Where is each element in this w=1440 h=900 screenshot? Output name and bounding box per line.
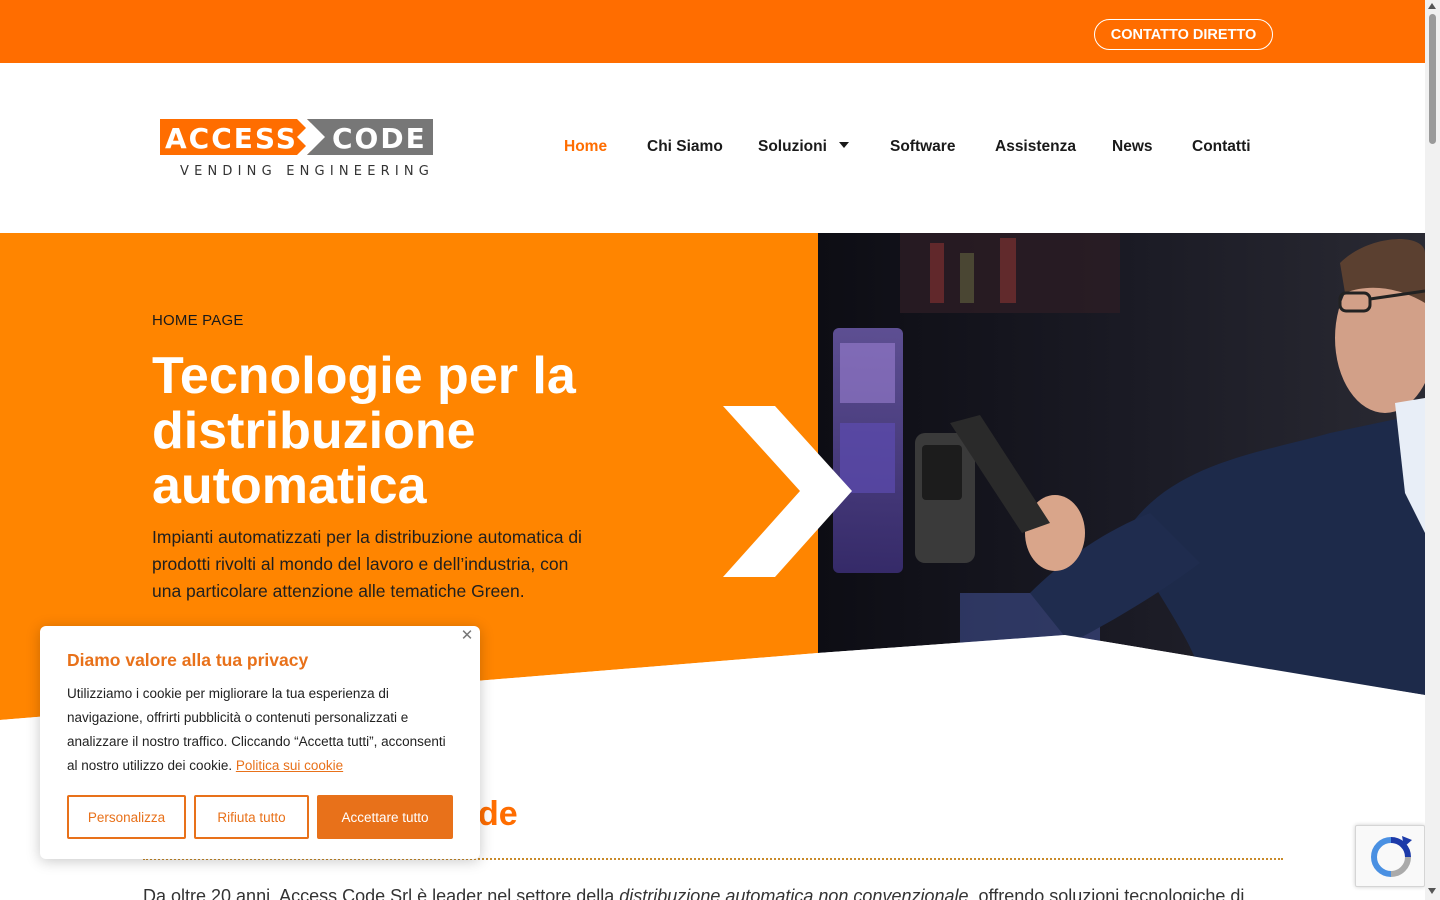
customize-button[interactable]: Personalizza bbox=[67, 795, 186, 839]
recaptcha-icon bbox=[1371, 836, 1412, 877]
chevron-down-icon bbox=[838, 141, 849, 148]
nav-assistenza[interactable]: Assistenza bbox=[995, 138, 1076, 156]
scroll-up-icon[interactable] bbox=[1428, 3, 1436, 9]
scroll-down-icon[interactable] bbox=[1428, 888, 1436, 894]
cookie-body: Utilizziamo i cookie per migliorare la t… bbox=[67, 682, 457, 778]
scrollbar-thumb[interactable] bbox=[1429, 14, 1436, 144]
page-scrollbar[interactable] bbox=[1425, 0, 1440, 900]
hero-kicker: HOME PAGE bbox=[152, 312, 244, 329]
main-navigation: Home Chi Siamo Soluzioni Software Assist… bbox=[0, 63, 1425, 233]
section-title: de bbox=[478, 795, 518, 833]
intro-text-start: Da oltre 20 anni, Access Code Srl è lead… bbox=[143, 886, 620, 900]
hero-subtitle: Impianti automatizzati per la distribuzi… bbox=[152, 527, 582, 601]
reject-all-button[interactable]: Rifiuta tutto bbox=[194, 795, 309, 839]
intro-text-emphasis: distribuzione automatica non convenziona… bbox=[619, 886, 969, 900]
nav-soluzioni-label: Soluzioni bbox=[758, 138, 827, 155]
close-icon[interactable]: ✕ bbox=[460, 628, 474, 643]
top-bar: CONTATTO DIRETTO bbox=[0, 0, 1425, 63]
hero-title: Tecnologie per la distribuzione automati… bbox=[152, 347, 576, 515]
cookie-consent-banner: ✕ Diamo valore alla tua privacy Utilizzi… bbox=[40, 626, 480, 859]
recaptcha-badge[interactable] bbox=[1355, 825, 1425, 887]
site-header: ACCESS CODE VENDING ENGINEERING Home Chi… bbox=[0, 63, 1425, 233]
nav-contatti[interactable]: Contatti bbox=[1192, 138, 1251, 156]
nav-home[interactable]: Home bbox=[564, 138, 607, 156]
cookie-policy-link[interactable]: Politica sui cookie bbox=[236, 758, 343, 773]
intro-text-end: , offrendo soluzioni tecnologiche di bbox=[968, 886, 1245, 900]
nav-soluzioni[interactable]: Soluzioni bbox=[758, 138, 849, 156]
cookie-title: Diamo valore alla tua privacy bbox=[67, 650, 309, 670]
intro-paragraph: Da oltre 20 anni, Access Code Srl è lead… bbox=[143, 886, 1283, 900]
accept-all-button[interactable]: Accettare tutto bbox=[317, 795, 453, 839]
nav-chi-siamo[interactable]: Chi Siamo bbox=[647, 138, 723, 156]
nav-software[interactable]: Software bbox=[890, 138, 955, 156]
nav-news[interactable]: News bbox=[1112, 138, 1153, 156]
man-paying-with-phone-at-vending-machine-image bbox=[818, 233, 1425, 695]
contact-direct-button[interactable]: CONTATTO DIRETTO bbox=[1094, 19, 1273, 50]
